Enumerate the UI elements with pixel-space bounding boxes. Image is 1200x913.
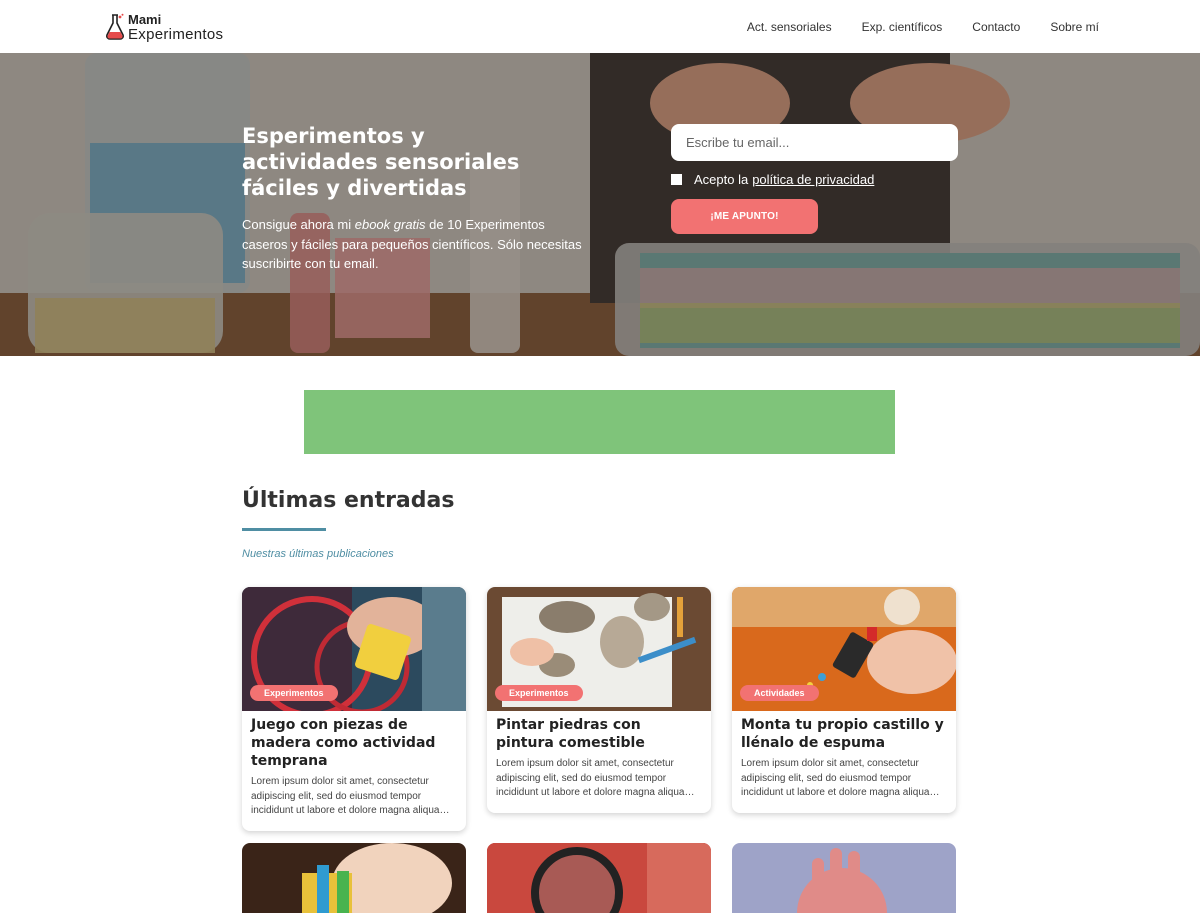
email-input[interactable] [671,124,958,161]
post-image-hand-glitter [732,843,956,913]
hero-title: Esperimentos y actividades sensoriales f… [242,124,520,200]
category-badge[interactable]: Actividades [740,685,819,701]
post-thumbnail[interactable]: Experimentos [242,587,466,711]
post-card[interactable]: Experimentos Pintar piedras con pintura … [487,587,711,813]
post-excerpt: Lorem ipsum dolor sit amet, consectetur … [496,758,695,798]
privacy-checkbox[interactable] [671,174,682,185]
privacy-consent: Acepto la política de privacidad [671,172,874,187]
post-card[interactable] [732,843,956,913]
ad-banner[interactable] [304,390,895,454]
nav-item-act-sensoriales[interactable]: Act. sensoriales [747,20,832,34]
category-badge[interactable]: Experimentos [495,685,583,701]
hero-text-ebook: ebook gratis [354,217,426,232]
main-nav: Act. sensoriales Exp. científicos Contac… [717,0,1099,53]
logo-text-mami: Mami [128,12,162,27]
site-logo[interactable]: Mami Experimentos [104,11,244,45]
logo-text-experimentos: Experimentos [128,26,224,43]
category-badge[interactable]: Experimentos [250,685,338,701]
post-thumbnail[interactable]: Actividades [732,587,956,711]
hero-banner: Esperimentos y actividades sensoriales f… [0,53,1200,356]
consent-label: Acepto la [694,172,749,187]
post-title[interactable]: Juego con piezas de madera como activida… [251,716,457,770]
post-card[interactable] [487,843,711,913]
post-title[interactable]: Monta tu propio castillo y llénalo de es… [741,716,947,752]
post-card[interactable]: Actividades Monta tu propio castillo y l… [732,587,956,813]
post-title[interactable]: Pintar piedras con pintura comestible [496,716,702,752]
nav-item-contacto[interactable]: Contacto [972,20,1020,34]
hero-description: Consigue ahora mi ebook gratis de 10 Exp… [242,215,592,274]
nav-item-sobre-mi[interactable]: Sobre mí [1050,20,1099,34]
post-card[interactable]: Experimentos Juego con piezas de madera … [242,587,466,831]
section-subtitle: Nuestras últimas publicaciones [242,548,394,560]
post-image-baby-xylophone [242,843,466,913]
subscribe-button[interactable]: ¡ME APUNTO! [671,199,818,234]
nav-item-exp-cientificos[interactable]: Exp. científicos [862,20,943,34]
privacy-policy-link[interactable]: política de privacidad [752,172,874,187]
hero-text-start: Consigue ahora mi [242,217,355,232]
section-title: Últimas entradas [242,488,455,513]
post-excerpt: Lorem ipsum dolor sit amet, consectetur … [251,776,450,816]
flask-icon [106,13,124,40]
post-thumbnail[interactable]: Experimentos [487,587,711,711]
section-divider [242,528,326,531]
site-header: Mami Experimentos Act. sensoriales Exp. … [0,0,1200,54]
post-excerpt: Lorem ipsum dolor sit amet, consectetur … [741,758,940,798]
post-card[interactable] [242,843,466,913]
post-image-magnifying-glass [487,843,711,913]
hero-overlay [0,53,1200,356]
